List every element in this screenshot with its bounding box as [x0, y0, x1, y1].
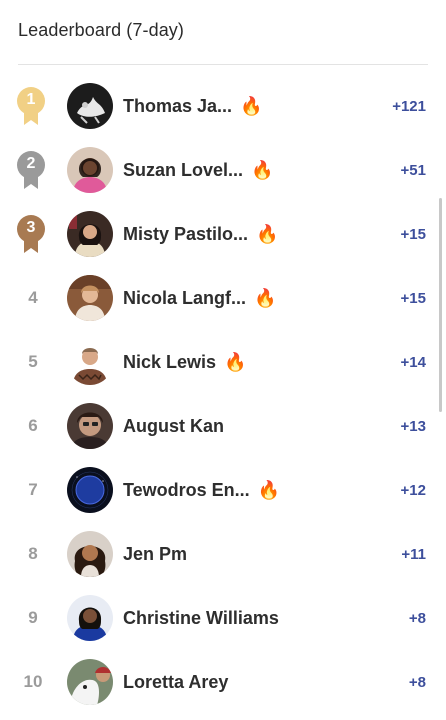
score-value: +11 [401, 545, 426, 563]
score-value: +12 [400, 481, 426, 499]
rank-number: 6 [28, 416, 38, 435]
rank: 5 [16, 340, 50, 384]
avatar[interactable] [67, 339, 113, 385]
leaderboard-row[interactable]: 6 August Kan +13 [0, 394, 446, 458]
leaderboard-row[interactable]: 1 Thomas Ja... 🔥 +121 [0, 74, 446, 138]
user-name: August Kan [123, 416, 232, 437]
user-name: Tewodros En... 🔥 [123, 480, 280, 501]
scrollbar[interactable] [439, 198, 442, 412]
rank-number: 3 [26, 219, 36, 236]
user-name: Nicola Langf... 🔥 [123, 288, 276, 309]
rank: 10 [16, 660, 50, 704]
score-value: +8 [408, 609, 426, 627]
avatar[interactable] [67, 211, 113, 257]
user-name-text: Christine Williams [123, 607, 279, 628]
user-name-text: Jen Pm [123, 543, 188, 564]
user-name: Thomas Ja... 🔥 [123, 96, 262, 117]
rank: 9 [16, 596, 50, 640]
score-value: +121 [392, 97, 426, 115]
fire-icon: 🔥 [254, 287, 277, 308]
rank-number: 5 [28, 352, 38, 371]
user-name: Jen Pm [123, 544, 195, 565]
avatar[interactable] [67, 83, 113, 129]
rank-number: 8 [28, 544, 38, 563]
rank-badge-bronze: 3 [16, 212, 50, 256]
rank-number: 1 [26, 91, 36, 108]
score-value: +14 [400, 353, 426, 371]
rank-number: 2 [26, 155, 36, 172]
user-name-text: Loretta Arey [123, 671, 229, 692]
rank-number: 4 [28, 288, 38, 307]
avatar[interactable] [67, 403, 113, 449]
user-name: Misty Pastilo... 🔥 [123, 224, 278, 245]
user-name: Suzan Lovel... 🔥 [123, 160, 273, 181]
fire-icon: 🔥 [224, 351, 247, 372]
leaderboard-row[interactable]: 9 Christine Williams +8 [0, 586, 446, 650]
user-name-text: Tewodros En... [123, 479, 250, 500]
user-name-text: Suzan Lovel... [123, 159, 244, 180]
leaderboard-row[interactable]: 10 Loretta Arey +8 [0, 650, 446, 714]
rank: 7 [16, 468, 50, 512]
user-name-text: Misty Pastilo... [123, 223, 249, 244]
user-name-text: Nick Lewis [123, 351, 217, 372]
rank-badge-silver: 2 [16, 148, 50, 192]
rank-badge-gold: 1 [16, 84, 50, 128]
rank-number: 9 [28, 608, 38, 627]
avatar[interactable] [67, 275, 113, 321]
leaderboard-row[interactable]: 3 Misty Pastilo... 🔥 +15 [0, 202, 446, 266]
user-name-text: Nicola Langf... [123, 287, 247, 308]
leaderboard-screen: Leaderboard (7-day) 1 Thomas Ja... 🔥 +12… [0, 0, 446, 720]
fire-icon: 🔥 [240, 95, 263, 116]
leaderboard-row[interactable]: 4 Nicola Langf... 🔥 +15 [0, 266, 446, 330]
score-value: +8 [408, 673, 426, 691]
score-value: +13 [400, 417, 426, 435]
score-value: +51 [400, 161, 426, 179]
leaderboard-list: 1 Thomas Ja... 🔥 +121 2 Suzan Lovel... 🔥… [0, 74, 446, 714]
avatar[interactable] [67, 659, 113, 705]
score-value: +15 [400, 225, 426, 243]
rank: 8 [16, 532, 50, 576]
user-name: Nick Lewis 🔥 [123, 352, 246, 373]
avatar[interactable] [67, 147, 113, 193]
page-title: Leaderboard (7-day) [18, 20, 185, 40]
rank: 4 [16, 276, 50, 320]
rank: 6 [16, 404, 50, 448]
score-value: +15 [400, 289, 426, 307]
leaderboard-row[interactable]: 2 Suzan Lovel... 🔥 +51 [0, 138, 446, 202]
rank-number: 10 [23, 672, 43, 691]
user-name-text: Thomas Ja... [123, 95, 233, 116]
user-name-text: August Kan [123, 415, 224, 436]
header-divider [18, 64, 428, 65]
leaderboard-row[interactable]: 8 Jen Pm +11 [0, 522, 446, 586]
avatar[interactable] [67, 531, 113, 577]
avatar[interactable] [67, 595, 113, 641]
fire-icon: 🔥 [257, 479, 281, 500]
user-name: Christine Williams [123, 608, 287, 629]
rank-number: 7 [28, 480, 38, 499]
avatar[interactable] [67, 467, 113, 513]
leaderboard-row[interactable]: 7 Tewodros En... 🔥 +12 [0, 458, 446, 522]
user-name: Loretta Arey [123, 672, 236, 693]
fire-icon: 🔥 [251, 159, 274, 180]
fire-icon: 🔥 [256, 223, 279, 244]
leaderboard-row[interactable]: 5 Nick Lewis 🔥 +14 [0, 330, 446, 394]
